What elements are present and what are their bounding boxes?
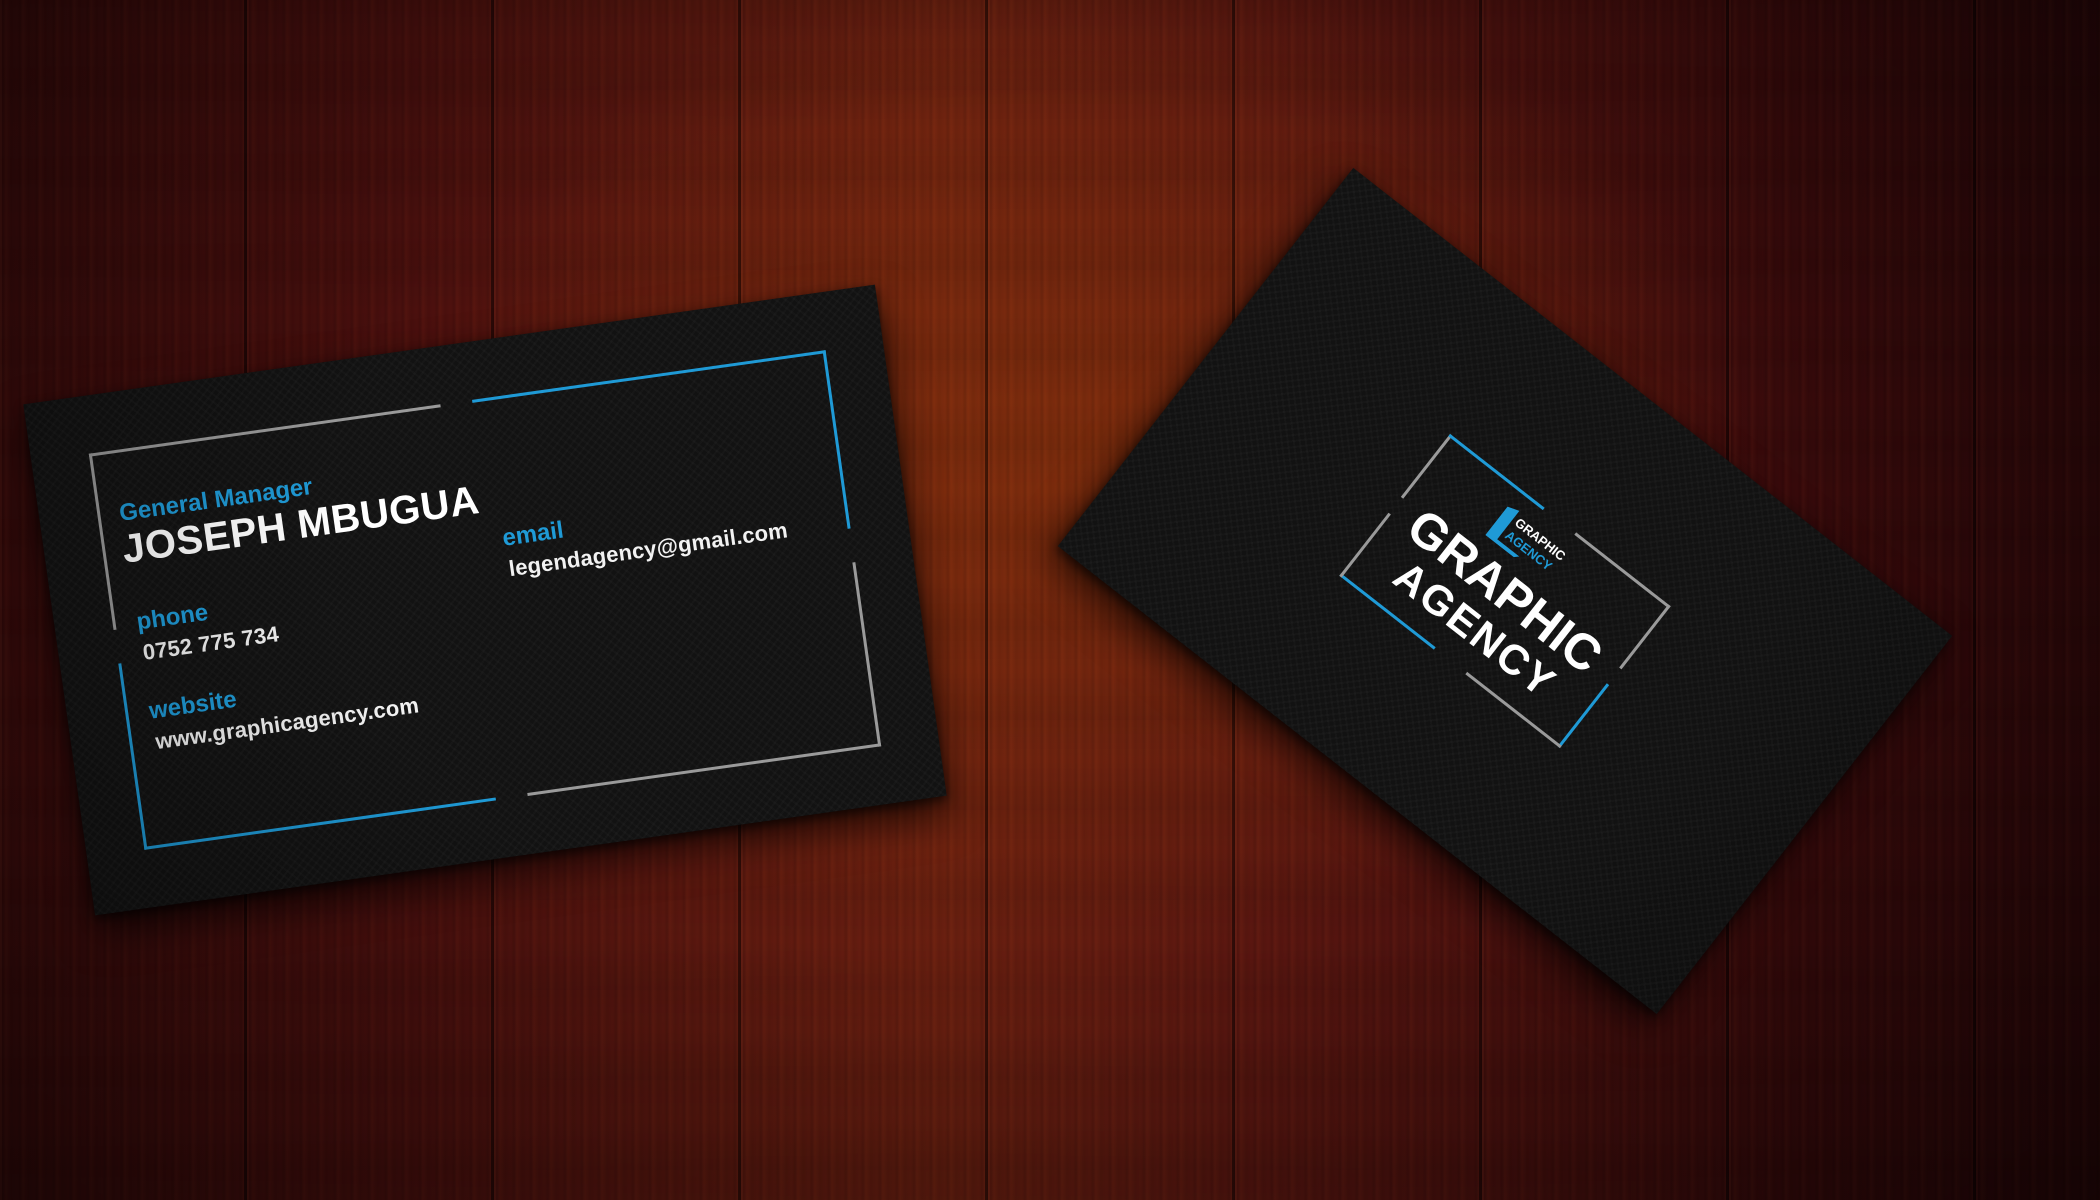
brand-frame-top-right (1574, 532, 1671, 609)
frame-line-left-upper (88, 453, 117, 630)
phone-label: phone (134, 598, 210, 636)
scene: General Manager JOSEPH MBUGUA phone 0752… (0, 0, 2100, 1200)
wood-plank (1976, 0, 2100, 1200)
frame-line-right-upper (822, 350, 851, 529)
frame-line-bottom-left (144, 797, 497, 850)
email-label: email (500, 516, 566, 552)
frame-line-top-right (472, 350, 826, 403)
frame-line-top-left (88, 404, 441, 457)
frame-line-bottom-right (527, 743, 882, 796)
frame-line-right-lower (852, 562, 882, 747)
brand-frame-top-left (1448, 433, 1545, 511)
frame-line-left-lower (118, 663, 148, 850)
